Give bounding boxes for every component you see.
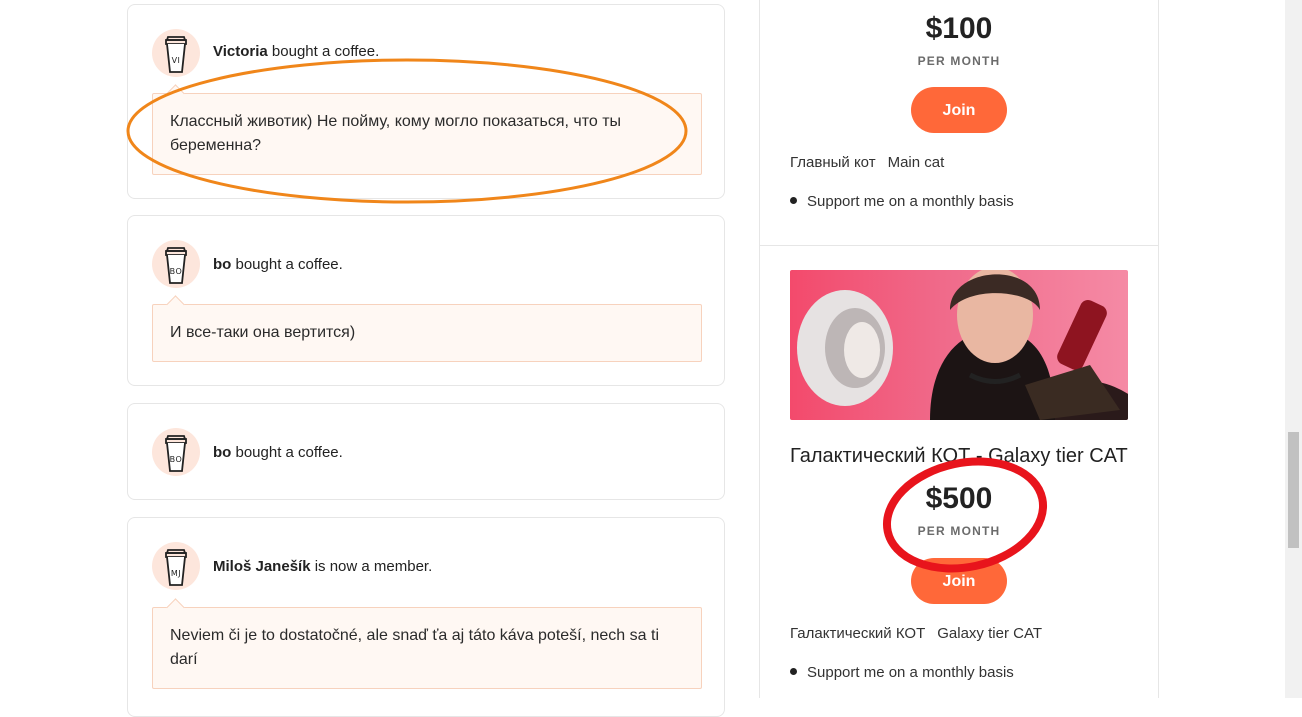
feed-card: VI Victoria bought a coffee. Классный жи…	[127, 4, 725, 199]
bullet-icon	[790, 197, 797, 204]
feed-action: bought a coffee.	[271, 43, 380, 60]
supporter-message: И все-таки она вертится)	[152, 304, 702, 362]
feed-card: MJ Miloš Janešík is now a member. Neviem…	[127, 517, 725, 717]
join-button[interactable]: Join	[911, 558, 1007, 604]
avatar-initials: VI	[171, 56, 181, 65]
feed-action: bought a coffee.	[235, 256, 343, 273]
feed-card: BO bo bought a coffee.	[127, 403, 725, 500]
tier-description-ru: Галактический КОТ	[790, 625, 926, 642]
supporter-message: Neviem či je to dostatočné, ale snaď ťa …	[152, 607, 702, 689]
feed-headline: Miloš Janešík is now a member.	[213, 558, 432, 575]
bullet-icon	[790, 668, 797, 675]
tier-description-en: Galaxy tier CAT	[937, 625, 1042, 642]
message-text: И все-таки она вертится)	[170, 324, 356, 341]
supporter-name[interactable]: bo	[213, 256, 231, 273]
tier-period: PER MONTH	[917, 524, 1001, 538]
benefit-text: Support me on a monthly basis	[807, 193, 1014, 210]
scrollbar-track[interactable]	[1285, 0, 1302, 698]
tier-cover-image	[790, 270, 1128, 420]
supporter-name[interactable]: bo	[213, 444, 231, 461]
tier-period: PER MONTH	[917, 54, 1001, 68]
avatar: BO	[152, 428, 200, 476]
supporter-name[interactable]: Miloš Janešík	[213, 558, 311, 575]
avatar-initials: BO	[169, 455, 183, 464]
tier-description: Галактический КОТ Galaxy tier CAT	[790, 625, 1042, 642]
tier-name: Галактический КОТ - Galaxy tier CAT	[790, 445, 1128, 467]
message-text: Классный животик) Не пойму, кому могло п…	[170, 113, 622, 154]
coffee-cup-icon	[165, 247, 187, 284]
tier-price: $100	[925, 12, 993, 45]
tier-panel-right-border	[1158, 0, 1159, 698]
benefit-text: Support me on a monthly basis	[807, 664, 1014, 681]
coffee-cup-icon	[165, 36, 187, 73]
tier-benefit: Support me on a monthly basis	[790, 664, 1014, 681]
tier-panel-left-border	[759, 0, 760, 698]
avatar-initials: MJ	[170, 569, 182, 578]
tier-benefit: Support me on a monthly basis	[790, 193, 1014, 210]
avatar: MJ	[152, 542, 200, 590]
feed-action: is now a member.	[314, 558, 433, 575]
feed-headline: Victoria bought a coffee.	[213, 43, 379, 60]
coffee-cup-icon	[165, 435, 187, 472]
tier-price: $500	[925, 482, 993, 515]
avatar: VI	[152, 29, 200, 77]
avatar: BO	[152, 240, 200, 288]
supporter-name[interactable]: Victoria	[213, 43, 268, 60]
feed-headline: bo bought a coffee.	[213, 256, 343, 273]
join-button[interactable]: Join	[911, 87, 1007, 133]
feed-headline: bo bought a coffee.	[213, 444, 343, 461]
supporter-message: Классный животик) Не пойму, кому могло п…	[152, 93, 702, 175]
tier-description: Главный кот Main cat	[790, 154, 944, 171]
tier-description-ru: Главный кот	[790, 154, 876, 171]
coffee-cup-icon	[165, 549, 187, 586]
feed-action: bought a coffee.	[235, 444, 343, 461]
feed-card: BO bo bought a coffee. И все-таки она ве…	[127, 215, 725, 386]
message-text: Neviem či je to dostatočné, ale snaď ťa …	[170, 627, 659, 668]
tier-description-en: Main cat	[887, 154, 945, 171]
tier-photo	[797, 270, 1128, 420]
scrollbar-thumb[interactable]	[1288, 432, 1299, 548]
avatar-initials: BO	[169, 267, 183, 276]
tier-divider	[760, 245, 1158, 246]
